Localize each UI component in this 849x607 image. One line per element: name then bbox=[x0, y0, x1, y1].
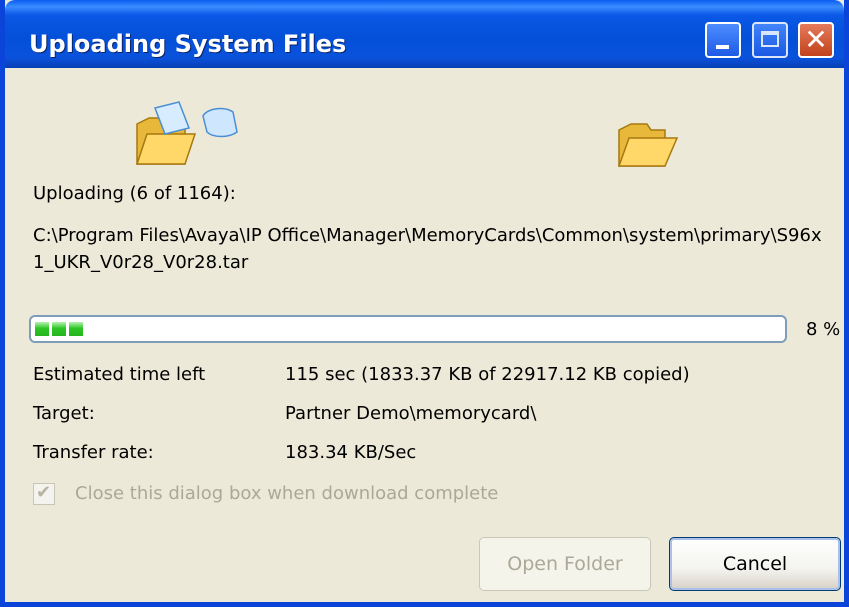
open-folder-button[interactable]: Open Folder bbox=[479, 537, 651, 591]
title-bar[interactable]: Uploading System Files ✕ bbox=[5, 0, 844, 68]
close-button[interactable]: ✕ bbox=[798, 22, 834, 58]
progress-segment bbox=[35, 322, 49, 336]
target-value: Partner Demo\memorycard\ bbox=[285, 403, 537, 424]
upload-count-label: Uploading (6 of 1164): bbox=[33, 183, 236, 204]
folder-with-flying-page-icon bbox=[135, 101, 238, 165]
window-title: Uploading System Files bbox=[29, 30, 347, 58]
progress-segment bbox=[52, 322, 66, 336]
close-icon: ✕ bbox=[804, 23, 828, 56]
progress-percent: 8 % bbox=[806, 319, 841, 340]
transfer-rate-label: Transfer rate: bbox=[33, 442, 154, 463]
transfer-rate-value: 183.34 KB/Sec bbox=[285, 442, 417, 463]
progress-segment bbox=[69, 322, 83, 336]
progress-fill bbox=[35, 322, 83, 336]
minimize-icon bbox=[716, 45, 729, 49]
target-label: Target: bbox=[33, 403, 95, 424]
maximize-button[interactable] bbox=[752, 22, 788, 58]
cancel-button[interactable]: Cancel bbox=[669, 537, 841, 591]
upload-dialog: Uploading System Files ✕ Uploading (6 of… bbox=[0, 0, 849, 607]
upload-progress-bar bbox=[29, 315, 787, 343]
file-path: C:\Program Files\Avaya\IP Office\Manager… bbox=[33, 225, 822, 273]
checkmark-icon: ✔ bbox=[36, 482, 52, 503]
time-left-label: Estimated time left bbox=[33, 364, 206, 385]
open-folder-icon bbox=[617, 123, 679, 167]
time-left-value: 115 sec (1833.37 KB of 22917.12 KB copie… bbox=[285, 364, 690, 385]
close-on-complete-label: Close this dialog box when download comp… bbox=[75, 483, 499, 504]
maximize-icon bbox=[761, 31, 779, 47]
close-on-complete-checkbox[interactable]: ✔ bbox=[33, 482, 55, 505]
minimize-button[interactable] bbox=[705, 22, 741, 58]
